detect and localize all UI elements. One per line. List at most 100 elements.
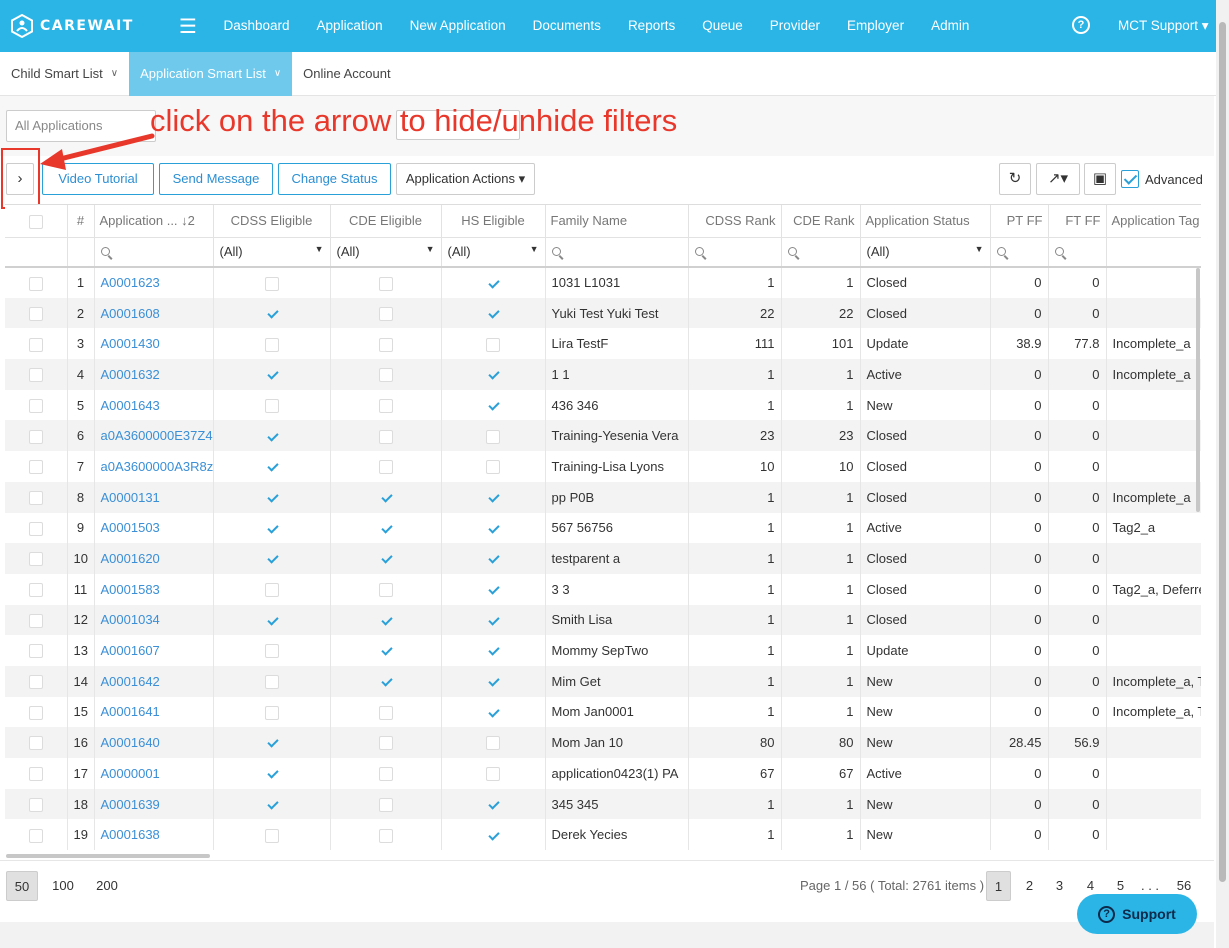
filter-family-name[interactable] (545, 237, 689, 268)
checkbox-empty-icon[interactable] (28, 644, 43, 659)
column-header-ft-ff[interactable]: FT FF (1048, 205, 1107, 238)
checkbox-empty-icon[interactable] (28, 490, 43, 505)
checkbox-empty-icon[interactable] (28, 521, 43, 536)
nav-queue[interactable]: Queue (689, 0, 757, 52)
column-header-pt-ff[interactable]: PT FF (990, 205, 1049, 238)
filter-cde-eligible[interactable]: (All) ▼ (330, 237, 442, 268)
page-size-200[interactable]: 200 (90, 871, 124, 901)
page-size-50[interactable]: 50 (6, 871, 38, 901)
application-link[interactable]: A0001623 (94, 267, 214, 298)
tab-online-account[interactable]: Online Account (292, 52, 401, 96)
row-select-checkbox[interactable] (5, 696, 68, 728)
column-header-num[interactable]: # (67, 205, 95, 238)
application-link[interactable]: A0001607 (94, 635, 214, 666)
row-select-checkbox[interactable] (5, 573, 68, 605)
nav-dashboard[interactable]: Dashboard (210, 0, 303, 52)
chevron-down-icon[interactable]: ∨ (111, 52, 118, 96)
checkbox-empty-icon[interactable] (28, 736, 43, 751)
table-row[interactable]: 15 A0001641 Mom Jan0001 1 1 New 0 0 Incomplete_a… (5, 696, 1201, 728)
column-header-family-name[interactable]: Family Name (545, 205, 689, 238)
application-link[interactable]: A0001643 (94, 389, 214, 421)
nav-application[interactable]: Application (303, 0, 396, 52)
table-row[interactable]: 8 A0000131 pp P0B 1 1 Closed 0 0 Incomplete_a (5, 481, 1201, 513)
carewait-logo[interactable]: CAREWAIT (10, 14, 160, 38)
application-link[interactable]: A0001632 (94, 359, 214, 390)
table-row[interactable]: 7 a0A3600000A3R8z Training-Lisa Lyons 10 10 C… (5, 451, 1201, 482)
application-link[interactable]: A0001608 (94, 297, 214, 329)
filter-application[interactable] (94, 237, 214, 268)
nav-documents[interactable]: Documents (519, 0, 614, 52)
tab-application-smart-list[interactable]: Application Smart List ∨ (129, 52, 293, 96)
change-status-button[interactable]: Change Status (278, 163, 391, 195)
application-link[interactable]: a0A3600000E37Z4 (94, 420, 214, 452)
row-select-checkbox[interactable] (5, 420, 68, 452)
checkbox-empty-icon[interactable] (28, 552, 43, 567)
checkbox-empty-icon[interactable] (28, 613, 43, 628)
filter-pt-ff[interactable] (990, 237, 1049, 268)
nav-reports[interactable]: Reports (614, 0, 688, 52)
checkbox-empty-icon[interactable] (28, 797, 43, 812)
checkbox-empty-icon[interactable] (28, 828, 43, 843)
nav-new-application[interactable]: New Application (396, 0, 519, 52)
column-header-cde-rank[interactable]: CDE Rank (781, 205, 861, 238)
table-row[interactable]: 16 A0001640 Mom Jan 10 80 80 New 28.45 56.9 (5, 727, 1201, 758)
table-row[interactable]: 18 A0001639 345 345 1 1 New 0 0 (5, 788, 1201, 820)
table-row[interactable]: 1 A0001623 1031 L1031 1 1 Closed 0 0 (5, 267, 1201, 298)
advanced-checkbox[interactable] (1121, 170, 1139, 188)
checkbox-empty-icon[interactable] (28, 583, 43, 597)
table-row[interactable]: 5 A0001643 436 346 1 1 New 0 0 (5, 389, 1201, 421)
column-header-application-tag[interactable]: Application Tag (1106, 205, 1201, 238)
filter-cdss-rank[interactable] (688, 237, 782, 268)
application-link[interactable]: A0000001 (94, 758, 214, 789)
send-message-button[interactable]: Send Message (159, 163, 273, 195)
application-link[interactable]: A0001503 (94, 512, 214, 544)
chevron-down-icon[interactable]: ∨ (274, 52, 281, 96)
table-row[interactable]: 3 A0001430 Lira TestF 111 101 Update 38.9 77.8 I… (5, 328, 1201, 360)
application-link[interactable]: A0001034 (94, 604, 214, 636)
select-all-checkbox[interactable] (28, 214, 43, 229)
page-3[interactable]: 3 (1047, 871, 1072, 901)
table-row[interactable]: 6 a0A3600000E37Z4 Training-Yesenia Vera 23 2… (5, 420, 1201, 452)
row-select-checkbox[interactable] (5, 297, 68, 329)
table-row[interactable]: 2 A0001608 Yuki Test Yuki Test 22 22 Closed 0 0 (5, 297, 1201, 329)
application-link[interactable]: a0A3600000A3R8z (94, 451, 214, 482)
nav-provider[interactable]: Provider (756, 0, 833, 52)
checkbox-empty-icon[interactable] (28, 368, 43, 383)
row-select-checkbox[interactable] (5, 604, 68, 636)
checkbox-empty-icon[interactable] (28, 276, 43, 291)
checkbox-empty-icon[interactable] (28, 429, 43, 444)
filter-cdss-eligible[interactable]: (All) ▼ (213, 237, 331, 268)
support-button[interactable]: ? Support (1077, 894, 1197, 934)
application-link[interactable]: A0001642 (94, 665, 214, 697)
table-row[interactable]: 10 A0001620 testparent a 1 1 Closed 0 0 (5, 543, 1201, 574)
row-select-checkbox[interactable] (5, 788, 68, 820)
checkbox-empty-icon[interactable] (28, 767, 43, 782)
column-header-cdss-eligible[interactable]: CDSS Eligible (213, 205, 331, 238)
column-header-hs-eligible[interactable]: HS Eligible (441, 205, 546, 238)
filter-ft-ff[interactable] (1048, 237, 1107, 268)
advanced-toggle[interactable]: Advanced (1121, 170, 1203, 188)
checkbox-empty-icon[interactable] (28, 705, 43, 720)
application-actions-dropdown[interactable]: Application Actions ▾ (396, 163, 535, 195)
row-select-checkbox[interactable] (5, 328, 68, 360)
filter-cde-rank[interactable] (781, 237, 861, 268)
column-chooser-icon[interactable]: ▣ (1084, 163, 1116, 195)
checkbox-empty-icon[interactable] (28, 398, 43, 413)
row-select-checkbox[interactable] (5, 665, 68, 697)
nav-admin[interactable]: Admin (918, 0, 983, 52)
row-select-checkbox[interactable] (5, 359, 68, 390)
column-header-application-status[interactable]: Application Status (860, 205, 991, 238)
column-header-cde-eligible[interactable]: CDE Eligible (330, 205, 442, 238)
row-select-checkbox[interactable] (5, 389, 68, 421)
checkbox-empty-icon[interactable] (28, 337, 43, 352)
table-row[interactable]: 13 A0001607 Mommy SepTwo 1 1 Update 0 0 (5, 635, 1201, 666)
column-header-application[interactable]: Application ... ↓2 (94, 205, 214, 238)
refresh-icon[interactable]: ↻ (999, 163, 1031, 195)
table-row[interactable]: 11A00015833 311Closed00Tag2_a, Deferred (5, 573, 1201, 605)
row-select-checkbox[interactable] (5, 543, 68, 574)
application-link[interactable]: A0001620 (94, 543, 214, 574)
table-row[interactable]: 14A0001642Mim Get11New00Incomplete_a, Ta (5, 665, 1201, 697)
page-scrollbar-thumb[interactable] (1219, 22, 1226, 882)
row-select-checkbox[interactable] (5, 267, 68, 298)
grid-vertical-scrollbar[interactable] (1196, 268, 1200, 512)
